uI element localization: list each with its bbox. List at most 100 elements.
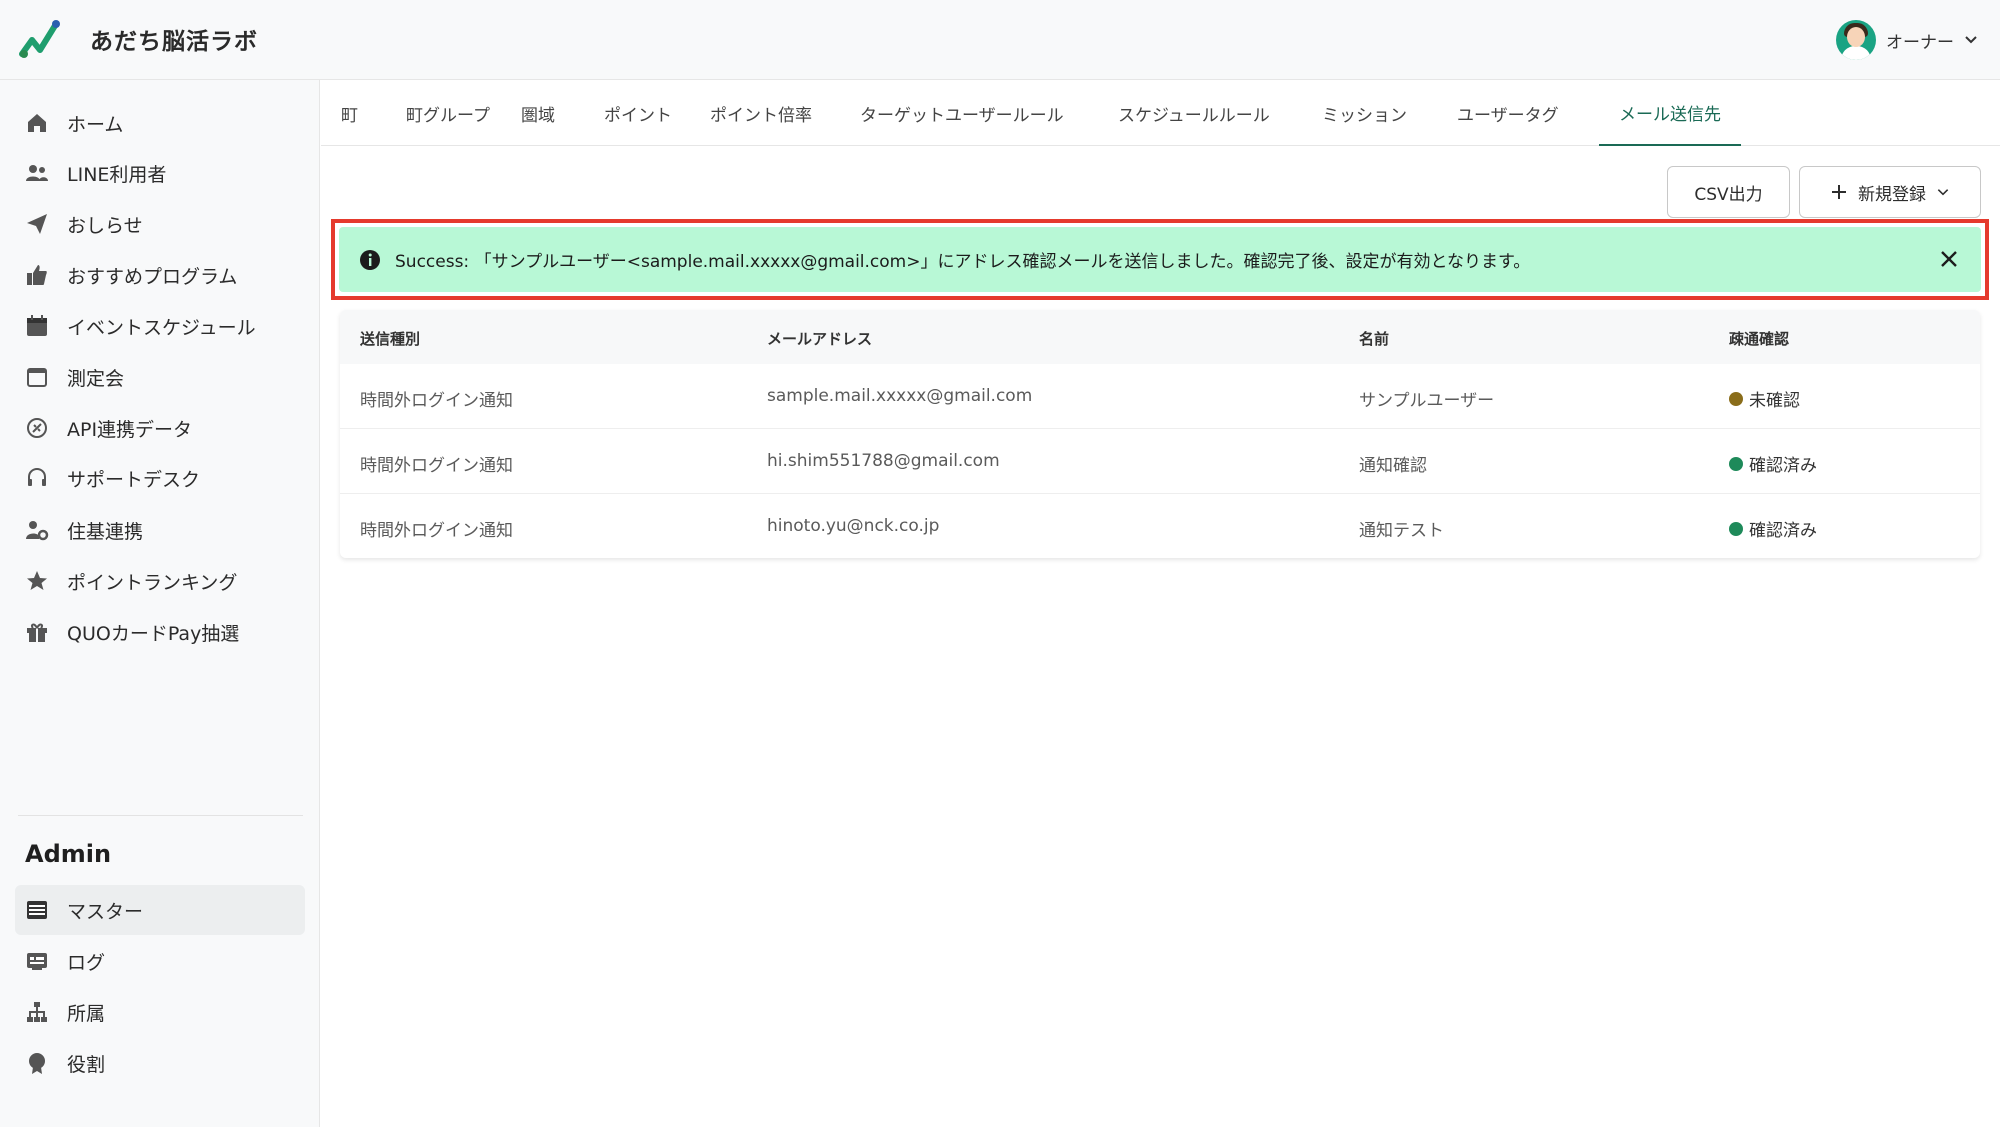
cell-email: sample.mail.xxxxx@gmail.com: [767, 386, 1033, 406]
info-icon: [360, 249, 380, 270]
cell-send-type: 時間外ログイン通知: [360, 391, 513, 411]
sidebar-item-label: おしらせ: [67, 214, 143, 237]
table-header: 送信種別 メールアドレス 名前 疎通確認: [340, 310, 1980, 364]
sidebar-item-measurement[interactable]: 測定会: [15, 352, 305, 402]
table-row[interactable]: 時間外ログイン通知 hinoto.yu@nck.co.jp 通知テスト 確認済み: [340, 494, 1980, 559]
tab-user-tags[interactable]: ユーザータグ: [1443, 80, 1573, 146]
new-registration-button[interactable]: 新規登録: [1799, 166, 1981, 218]
sidebar-item-label: LINE利用者: [67, 163, 167, 186]
sidebar-item-api-data[interactable]: API連携データ: [15, 403, 305, 453]
alert-message: Success: 「サンプルユーザー<sample.mail.xxxxx@gma…: [395, 247, 1530, 272]
chevron-down-icon: [1965, 36, 1977, 44]
mail-recipients-table: 送信種別 メールアドレス 名前 疎通確認 時間外ログイン通知 sample.ma…: [340, 310, 1980, 558]
users-icon: [23, 159, 51, 187]
sidebar-item-point-ranking[interactable]: ポイントランキング: [15, 556, 305, 606]
app-logo-icon[interactable]: [18, 18, 62, 62]
award-icon: [23, 1049, 51, 1077]
status-badge: 確認済み: [1729, 516, 1817, 541]
sidebar-item-label: イベントスケジュール: [67, 316, 256, 339]
table-row[interactable]: 時間外ログイン通知 hi.shim551788@gmail.com 通知確認 確…: [340, 429, 1980, 494]
tab-missions[interactable]: ミッション: [1308, 80, 1421, 146]
tab-schedule-rules[interactable]: スケジュールルール: [1104, 80, 1284, 146]
sidebar-item-home[interactable]: ホーム: [15, 98, 305, 148]
cell-send-type: 時間外ログイン通知: [360, 521, 513, 541]
calendar-icon: [23, 312, 51, 340]
sidebar-item-roles[interactable]: 役割: [15, 1038, 305, 1088]
tab-points[interactable]: ポイント: [590, 80, 686, 146]
status-dot: [1729, 391, 1743, 406]
tab-town-group[interactable]: 町グループ: [392, 80, 504, 146]
sidebar-item-label: 測定会: [67, 367, 125, 390]
sidebar-item-quo-lottery[interactable]: QUOカードPay抽選: [15, 607, 305, 657]
sidebar-item-label: API連携データ: [67, 418, 193, 441]
alert-text: 「サンプルユーザー<sample.mail.xxxxx@gmail.com>」に…: [474, 252, 1531, 272]
sidebar-item-event-schedule[interactable]: イベントスケジュール: [15, 301, 305, 351]
tab-point-multiplier[interactable]: ポイント倍率: [696, 80, 826, 146]
log-icon: [23, 947, 51, 975]
sidebar-item-label: ポイントランキング: [67, 571, 238, 594]
sidebar-item-notices[interactable]: おしらせ: [15, 199, 305, 249]
gift-icon: [23, 618, 51, 646]
sidebar-item-programs[interactable]: おすすめプログラム: [15, 250, 305, 300]
csv-export-button[interactable]: CSV出力: [1667, 166, 1790, 218]
sidebar-item-label: 住基連携: [67, 520, 144, 543]
home-icon: [23, 109, 51, 137]
sidebar-item-logs[interactable]: ログ: [15, 936, 305, 986]
master-tabs: 町 町グループ 圏域 ポイント ポイント倍率 ターゲットユーザールール スケジュ…: [321, 80, 2000, 146]
user-menu[interactable]: オーナー: [1836, 18, 1978, 62]
sidebar-item-label: 所属: [67, 1002, 106, 1025]
column-header-send-type[interactable]: 送信種別: [360, 328, 420, 349]
server-icon: [23, 896, 51, 924]
avatar: [1836, 20, 1876, 60]
headset-icon: [23, 464, 51, 492]
sidebar-item-affiliation[interactable]: 所属: [15, 987, 305, 1037]
cell-email: hi.shim551788@gmail.com: [767, 451, 1000, 471]
status-text: 未確認: [1749, 391, 1800, 411]
tab-area[interactable]: 圏域: [507, 80, 569, 146]
admin-heading: Admin: [25, 840, 112, 868]
tab-town[interactable]: 町: [327, 80, 372, 146]
status-dot: [1729, 521, 1743, 536]
sidebar-item-master[interactable]: マスター: [15, 885, 305, 935]
status-badge: 未確認: [1729, 386, 1800, 411]
sidebar-item-support-desk[interactable]: サポートデスク: [15, 453, 305, 503]
cell-email: hinoto.yu@nck.co.jp: [767, 516, 940, 536]
thumbs-up-icon: [23, 261, 51, 289]
alert-prefix: Success:: [395, 252, 470, 272]
chevron-down-icon: [1937, 189, 1949, 196]
sidebar-item-label: ホーム: [67, 113, 124, 136]
column-header-email[interactable]: メールアドレス: [767, 328, 872, 349]
calendar-blank-icon: [23, 363, 51, 391]
sidebar-item-resident-link[interactable]: 住基連携: [15, 505, 305, 555]
status-text: 確認済み: [1749, 456, 1817, 476]
sidebar-item-label: おすすめプログラム: [67, 265, 238, 288]
tab-target-user-rules[interactable]: ターゲットユーザールール: [846, 80, 1078, 146]
star-icon: [23, 567, 51, 595]
sidebar-item-label: 役割: [67, 1053, 106, 1076]
cell-name: サンプルユーザー: [1359, 391, 1495, 411]
sidebar-item-label: サポートデスク: [67, 468, 201, 491]
column-header-name[interactable]: 名前: [1359, 328, 1389, 349]
cell-send-type: 時間外ログイン通知: [360, 456, 513, 476]
status-badge: 確認済み: [1729, 451, 1817, 476]
sidebar: ホーム LINE利用者 おしらせ おすすめプログラム イベントスケジュール 測定…: [0, 80, 320, 1127]
success-alert: Success: 「サンプルユーザー<sample.mail.xxxxx@gma…: [339, 227, 1981, 292]
paper-plane-icon: [23, 210, 51, 238]
cell-name: 通知テスト: [1359, 521, 1444, 541]
sidebar-item-label: マスター: [67, 900, 144, 923]
close-icon[interactable]: [1937, 247, 1961, 271]
table-row[interactable]: 時間外ログイン通知 sample.mail.xxxxx@gmail.com サン…: [340, 364, 1980, 429]
cell-name: 通知確認: [1359, 456, 1427, 476]
status-text: 確認済み: [1749, 521, 1817, 541]
plus-icon: [1832, 185, 1846, 199]
sidebar-item-label: ログ: [67, 951, 106, 974]
sidebar-item-line-users[interactable]: LINE利用者: [15, 148, 305, 198]
column-header-connectivity[interactable]: 疎通確認: [1729, 328, 1789, 349]
sidebar-item-label: QUOカードPay抽選: [67, 622, 240, 645]
status-dot: [1729, 456, 1743, 471]
api-icon: [23, 414, 51, 442]
tab-mail-recipients[interactable]: メール送信先: [1599, 80, 1741, 146]
new-registration-label: 新規登録: [1858, 184, 1926, 205]
sitemap-icon: [23, 998, 51, 1026]
app-title: あだち脳活ラボ: [90, 29, 258, 55]
